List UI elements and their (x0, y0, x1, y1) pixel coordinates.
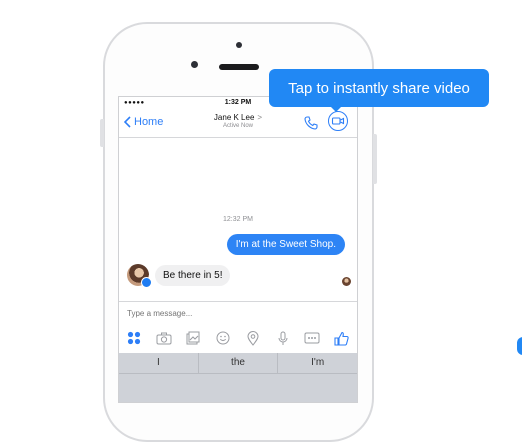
suggestion-item[interactable]: I (119, 353, 199, 373)
messenger-badge-icon (141, 277, 152, 288)
power-button (373, 134, 377, 184)
proximity-sensor (236, 42, 242, 48)
microphone-icon[interactable] (274, 329, 292, 347)
like-icon[interactable] (333, 329, 351, 347)
keyboard: I the I'm (119, 353, 357, 402)
conversation-header: Home Jane K Lee > Active Now (119, 109, 357, 138)
message-composer (119, 301, 357, 328)
suggestion-item[interactable]: I'm (278, 353, 357, 373)
more-icon[interactable] (303, 329, 321, 347)
front-camera (191, 61, 198, 68)
tooltip-pointer (330, 106, 342, 112)
camera-icon[interactable] (155, 329, 173, 347)
phone-call-icon[interactable] (303, 115, 319, 131)
video-call-icon[interactable] (327, 110, 349, 132)
gallery-icon[interactable] (184, 329, 202, 347)
location-icon[interactable] (244, 329, 262, 347)
composer-toolbar (119, 327, 357, 349)
emoji-icon[interactable] (214, 329, 232, 347)
edge-indicator (517, 337, 522, 355)
incoming-message-bubble[interactable]: Be there in 5! (155, 265, 231, 286)
contact-name: Jane K Lee (213, 113, 255, 122)
read-receipt-avatar (342, 277, 351, 286)
contact-status: Active Now (222, 123, 253, 129)
messenger-screen: ●●●●● 1:32 PM Home Jane K Lee > Active No… (118, 96, 358, 403)
apps-icon[interactable] (125, 329, 143, 347)
volume-button (100, 119, 104, 147)
message-timestamp: 12:32 PM (223, 216, 253, 223)
contact-info[interactable]: Jane K Lee > Active Now (119, 113, 357, 129)
message-input[interactable] (127, 309, 327, 318)
earpiece-speaker (219, 64, 259, 70)
outgoing-message-bubble[interactable]: I'm at the Sweet Shop. (226, 234, 345, 255)
video-tooltip: Tap to instantly share video (269, 69, 489, 107)
quicktype-suggestions: I the I'm (119, 353, 357, 374)
suggestion-item[interactable]: the (199, 353, 279, 373)
contact-chevron: > (257, 113, 263, 122)
